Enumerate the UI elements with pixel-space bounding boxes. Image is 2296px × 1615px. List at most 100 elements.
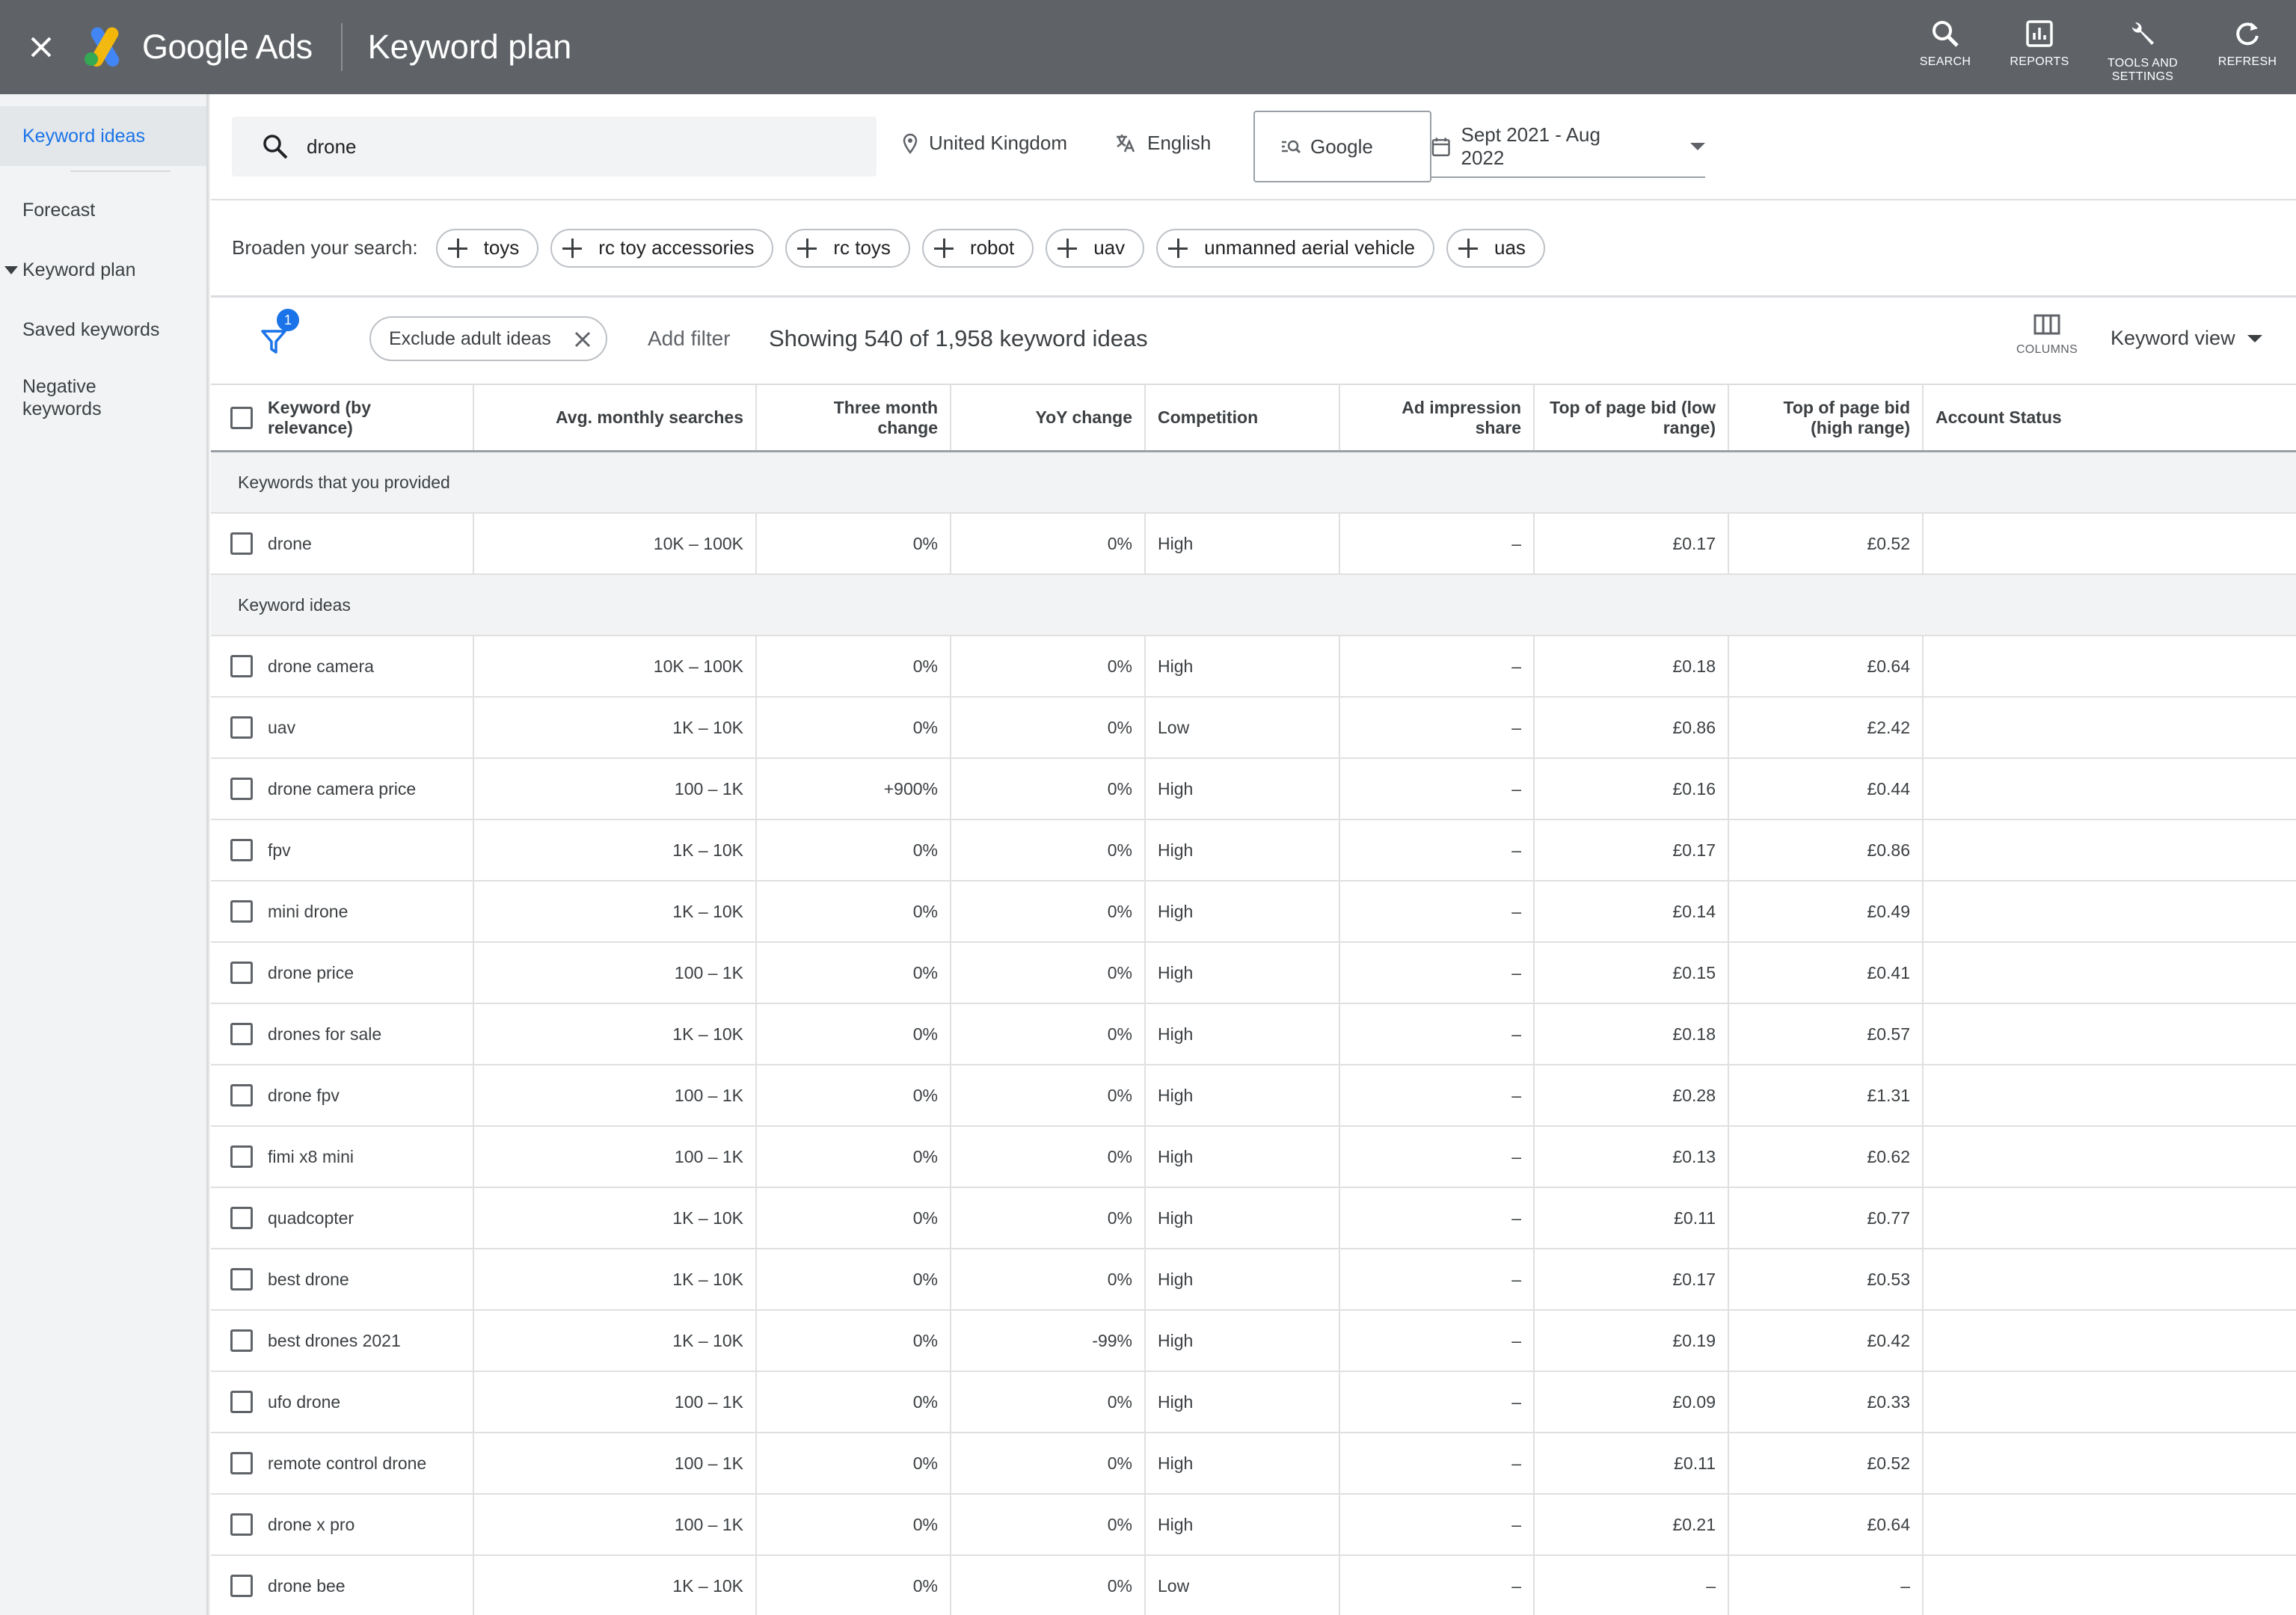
competition-cell: High [1146, 1495, 1340, 1554]
table-row[interactable]: drone camera price 100 – 1K +900% 0% High – £0… [211, 759, 2296, 820]
broaden-chip[interactable]: uav [1046, 228, 1145, 268]
row-checkbox[interactable] [230, 1329, 253, 1352]
col-ad-impression-share[interactable]: Ad impression share [1340, 385, 1535, 450]
row-checkbox[interactable] [230, 716, 253, 739]
row-checkbox[interactable] [230, 900, 253, 923]
broaden-chip[interactable]: unmanned aerial vehicle [1156, 228, 1434, 268]
date-range-selector[interactable]: Sept 2021 - Aug 2022 [1431, 117, 1705, 178]
col-avg-monthly-searches[interactable]: Avg. monthly searches [474, 385, 757, 450]
three-month-change-cell: 0% [757, 1249, 951, 1309]
col-competition[interactable]: Competition [1146, 385, 1340, 450]
row-checkbox[interactable] [230, 1207, 253, 1229]
col-yoy-change[interactable]: YoY change [951, 385, 1146, 450]
broaden-chip[interactable]: rc toys [785, 228, 910, 268]
broaden-chip[interactable]: toys [435, 228, 539, 268]
bid-high-cell: £0.62 [1729, 1127, 1924, 1187]
table-row[interactable]: mini drone 1K – 10K 0% 0% High – £0.14 £0.49 [211, 882, 2296, 943]
row-checkbox[interactable] [230, 1023, 253, 1045]
reports-action[interactable]: REPORTS [1992, 0, 2087, 94]
columns-button[interactable]: COLUMNS [2013, 313, 2081, 357]
table-row[interactable]: fpv 1K – 10K 0% 0% High – £0.17 £0.86 [211, 820, 2296, 882]
table-row[interactable]: drone bee 1K – 10K 0% 0% Low – – – [211, 1556, 2296, 1615]
refresh-action[interactable]: REFRESH [2199, 0, 2296, 94]
row-checkbox[interactable] [230, 532, 253, 555]
tools-settings-action[interactable]: TOOLS AND SETTINGS [2087, 0, 2199, 94]
row-checkbox[interactable] [230, 839, 253, 861]
sidebar-item-negative-keywords[interactable]: Negative keywords [0, 375, 165, 420]
search-action[interactable]: SEARCH [1898, 0, 1992, 94]
search-icon [1933, 21, 1959, 47]
account-status-cell [1924, 1127, 2293, 1187]
bid-low-cell: £0.17 [1535, 514, 1729, 573]
yoy-change-cell: 0% [951, 1004, 1146, 1064]
table-row[interactable]: drone x pro 100 – 1K 0% 0% High – £0.21 £0.64 [211, 1495, 2296, 1556]
table-header: Keyword (by relevance) Avg. monthly sear… [211, 384, 2296, 452]
group-header-ideas: Keyword ideas [211, 575, 2296, 636]
keyword-view-dropdown[interactable]: Keyword view [2111, 327, 2262, 350]
google-ads-logo[interactable]: Google Ads [82, 27, 313, 67]
sidebar-item-keyword-plan[interactable]: Keyword plan [0, 259, 206, 281]
row-checkbox[interactable] [230, 1084, 253, 1107]
exclude-adult-ideas-chip[interactable]: Exclude adult ideas [369, 316, 607, 361]
col-three-month-change[interactable]: Three month change [757, 385, 951, 450]
broaden-chip[interactable]: uas [1446, 228, 1545, 268]
account-status-cell [1924, 1556, 2293, 1615]
select-all-checkbox[interactable] [230, 406, 253, 429]
col-account-status[interactable]: Account Status [1924, 385, 2293, 450]
plus-icon [1168, 238, 1188, 258]
table-row[interactable]: quadcopter 1K – 10K 0% 0% High – £0.11 £0.77 [211, 1188, 2296, 1249]
col-top-bid-low[interactable]: Top of page bid (low range) [1535, 385, 1729, 450]
sidebar-item-forecast[interactable]: Forecast [0, 199, 206, 221]
sidebar-item-saved-keywords[interactable]: Saved keywords [0, 319, 206, 341]
row-checkbox[interactable] [230, 1391, 253, 1413]
table-row[interactable]: drone fpv 100 – 1K 0% 0% High – £0.28 £1.31 [211, 1065, 2296, 1127]
table-row[interactable]: drone price 100 – 1K 0% 0% High – £0.15 £0.41 [211, 943, 2296, 1004]
table-row[interactable]: uav 1K – 10K 0% 0% Low – £0.86 £2.42 [211, 698, 2296, 759]
yoy-change-cell: 0% [951, 882, 1146, 941]
row-checkbox[interactable] [230, 655, 253, 677]
col-top-bid-high[interactable]: Top of page bid (high range) [1729, 385, 1924, 450]
location-selector[interactable]: United Kingdom [902, 132, 1067, 155]
close-button[interactable] [0, 0, 82, 94]
network-selector[interactable]: Google [1253, 111, 1431, 182]
table-row[interactable]: drones for sale 1K – 10K 0% 0% High – £0.18 £0.… [211, 1004, 2296, 1065]
filter-button[interactable] [260, 327, 298, 360]
table-row[interactable]: drone 10K – 100K 0% 0% High – £0.17 £0.52 [211, 514, 2296, 575]
row-checkbox[interactable] [230, 1575, 253, 1597]
add-filter-button[interactable]: Add filter [648, 327, 731, 351]
keyword-search-input[interactable]: drone [232, 117, 877, 176]
three-month-change-cell: 0% [757, 882, 951, 941]
language-selector[interactable]: English [1114, 132, 1211, 155]
row-checkbox[interactable] [230, 1145, 253, 1168]
table-row[interactable]: drone camera 10K – 100K 0% 0% High – £0.18 £0.6… [211, 636, 2296, 698]
close-icon[interactable] [573, 330, 592, 349]
table-row[interactable]: fimi x8 mini 100 – 1K 0% 0% High – £0.13 £0.62 [211, 1127, 2296, 1188]
avg-searches-cell: 10K – 100K [474, 514, 757, 573]
yoy-change-cell: 0% [951, 1188, 1146, 1248]
broaden-chip[interactable]: robot [921, 228, 1034, 268]
bid-low-cell: £0.13 [1535, 1127, 1729, 1187]
header-actions: SEARCH REPORTS TOOLS AND SETTINGS REFRES… [1898, 0, 2296, 94]
avg-searches-cell: 1K – 10K [474, 882, 757, 941]
row-checkbox[interactable] [230, 778, 253, 800]
row-checkbox[interactable] [230, 1452, 253, 1474]
col-keyword[interactable]: Keyword (by relevance) [253, 385, 474, 450]
row-checkbox[interactable] [230, 962, 253, 984]
row-checkbox-cell [211, 943, 253, 1003]
table-row[interactable]: best drones 2021 1K – 10K 0% -99% High – £0.19… [211, 1311, 2296, 1372]
broaden-chip[interactable]: rc toy accessories [550, 228, 774, 268]
table-row[interactable]: best drone 1K – 10K 0% 0% High – £0.17 £0.53 [211, 1249, 2296, 1311]
yoy-change-cell: 0% [951, 698, 1146, 757]
bid-low-cell: £0.17 [1535, 820, 1729, 880]
row-checkbox-cell [211, 1495, 253, 1554]
chip-label: robot [969, 236, 1015, 259]
sidebar-item-keyword-ideas[interactable]: Keyword ideas [0, 106, 206, 166]
row-checkbox[interactable] [230, 1268, 253, 1291]
chip-label: uas [1494, 236, 1526, 259]
competition-cell: High [1146, 1127, 1340, 1187]
row-checkbox[interactable] [230, 1513, 253, 1536]
avg-searches-cell: 1K – 10K [474, 1249, 757, 1309]
table-row[interactable]: remote control drone 100 – 1K 0% 0% High – £0.… [211, 1433, 2296, 1495]
table-row[interactable]: ufo drone 100 – 1K 0% 0% High – £0.09 £0.33 [211, 1372, 2296, 1433]
row-checkbox-cell [211, 1556, 253, 1615]
